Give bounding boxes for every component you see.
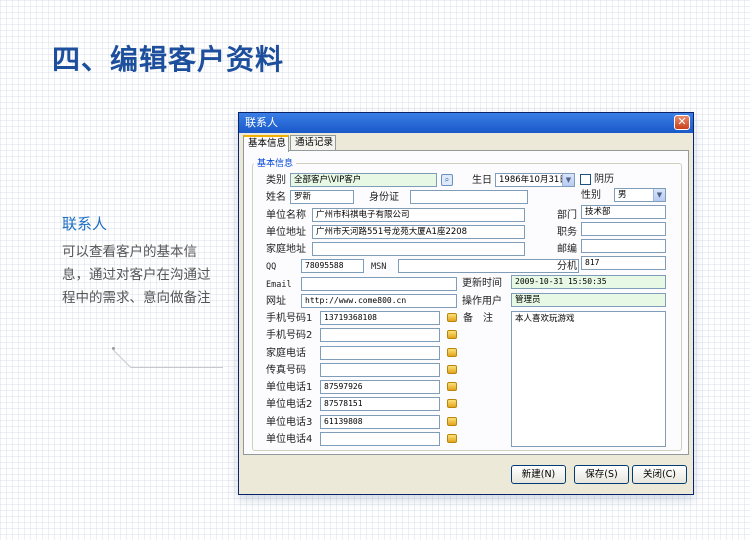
tab-panel: 基本信息 类别 全部客户\VIP客户 ⌕ 生日 1986年10月31日 ▼ 阴历…: [243, 150, 689, 455]
close-button[interactable]: 关闭(C): [632, 465, 687, 484]
gender-label: 性别: [581, 190, 601, 201]
chevron-down-icon[interactable]: ▼: [562, 174, 574, 186]
lookup-icon[interactable]: ⌕: [441, 174, 453, 186]
name-label: 姓名: [266, 192, 286, 203]
birthday-label: 生日: [472, 175, 492, 186]
remarks-label: 备 注: [463, 313, 493, 324]
birthday-value: 1986年10月31日: [499, 175, 568, 185]
website-field[interactable]: http://www.come800.cn: [301, 294, 457, 308]
company-address-label: 单位地址: [266, 227, 306, 238]
fax-field[interactable]: [320, 363, 440, 377]
phone-book-icon[interactable]: [447, 382, 457, 391]
home-phone-label: 家庭电话: [266, 348, 306, 359]
postcode-label: 邮编: [557, 244, 577, 255]
chevron-down-icon[interactable]: ▼: [653, 189, 665, 201]
department-field[interactable]: 技术部: [581, 205, 666, 219]
phone-book-icon[interactable]: [447, 313, 457, 322]
work-phone3-label: 单位电话3: [266, 417, 313, 428]
mobile2-field[interactable]: [320, 328, 440, 342]
leader-line: [112, 349, 132, 369]
mobile1-label: 手机号码1: [266, 313, 313, 324]
tab-call-records[interactable]: 通话记录: [290, 135, 336, 151]
job-title-field[interactable]: [581, 222, 666, 236]
department-label: 部门: [557, 210, 577, 221]
name-field[interactable]: 罗新: [290, 190, 354, 204]
extension-label: 分机: [557, 261, 577, 272]
website-label: 网址: [266, 296, 286, 307]
updated-time-field: 2009-10-31 15:50:35: [511, 275, 666, 289]
qq-label: QQ: [266, 262, 277, 272]
home-address-label: 家庭地址: [266, 244, 306, 255]
mobile2-label: 手机号码2: [266, 330, 313, 341]
id-card-field[interactable]: [410, 190, 528, 204]
tab-basic-info[interactable]: 基本信息: [243, 135, 289, 152]
gender-dropdown[interactable]: 男 ▼: [614, 188, 666, 202]
save-button[interactable]: 保存(S): [574, 465, 629, 484]
lunar-label: 阴历: [594, 174, 614, 185]
home-address-field[interactable]: [312, 242, 525, 256]
work-phone1-label: 单位电话1: [266, 382, 313, 393]
company-field[interactable]: 广州市科祺电子有限公司: [312, 208, 525, 222]
home-phone-field[interactable]: [320, 346, 440, 360]
operator-label: 操作用户: [462, 296, 502, 307]
work-phone2-field[interactable]: 87578151: [320, 397, 440, 411]
work-phone2-label: 单位电话2: [266, 399, 313, 410]
group-title: 基本信息: [254, 156, 297, 169]
page-title: 四、编辑客户资料: [52, 43, 285, 76]
work-phone4-field[interactable]: [320, 432, 440, 446]
work-phone1-field[interactable]: 87597926: [320, 380, 440, 394]
lunar-checkbox[interactable]: [580, 174, 591, 185]
phone-book-icon[interactable]: [447, 417, 457, 426]
phone-book-icon[interactable]: [447, 434, 457, 443]
gender-value: 男: [618, 190, 627, 200]
extension-field[interactable]: 817: [581, 256, 666, 270]
job-title-label: 职务: [557, 227, 577, 238]
msn-field[interactable]: [398, 259, 579, 273]
msn-label: MSN: [371, 262, 387, 272]
contact-window: 联系人 ✕ 基本信息 通话记录 基本信息 类别 全部客户\VIP客户 ⌕ 生日 …: [238, 112, 694, 495]
category-label: 类别: [266, 175, 286, 186]
window-title: 联系人: [245, 116, 278, 129]
phone-book-icon[interactable]: [447, 365, 457, 374]
leader-line: [131, 367, 223, 368]
category-field[interactable]: 全部客户\VIP客户: [290, 173, 437, 187]
work-phone4-label: 单位电话4: [266, 434, 313, 445]
window-titlebar: 联系人 ✕: [239, 113, 693, 133]
company-label: 单位名称: [266, 210, 306, 221]
updated-time-label: 更新时间: [462, 278, 502, 289]
phone-book-icon[interactable]: [447, 330, 457, 339]
fax-label: 传真号码: [266, 365, 306, 376]
phone-book-icon[interactable]: [447, 399, 457, 408]
company-address-field[interactable]: 广州市天河路551号龙苑大厦A1座2208: [312, 225, 525, 239]
email-label: Email: [266, 280, 292, 290]
mobile1-field[interactable]: 13719368108: [320, 311, 440, 325]
work-phone3-field[interactable]: 61139808: [320, 415, 440, 429]
id-card-label: 身份证: [369, 192, 399, 203]
email-field[interactable]: [301, 277, 457, 291]
window-close-button[interactable]: ✕: [674, 115, 690, 130]
side-description: 可以查看客户的基本信息，通过对客户在沟通过程中的需求、意向做备注: [62, 244, 211, 306]
qq-field[interactable]: 78095588: [301, 259, 364, 273]
side-title: 联系人: [62, 215, 108, 233]
new-button[interactable]: 新建(N): [511, 465, 566, 484]
phone-book-icon[interactable]: [447, 348, 457, 357]
birthday-dropdown[interactable]: 1986年10月31日 ▼: [495, 173, 575, 187]
operator-field: 管理员: [511, 293, 666, 307]
remarks-textarea[interactable]: 本人喜欢玩游戏: [511, 311, 666, 447]
postcode-field[interactable]: [581, 239, 666, 253]
